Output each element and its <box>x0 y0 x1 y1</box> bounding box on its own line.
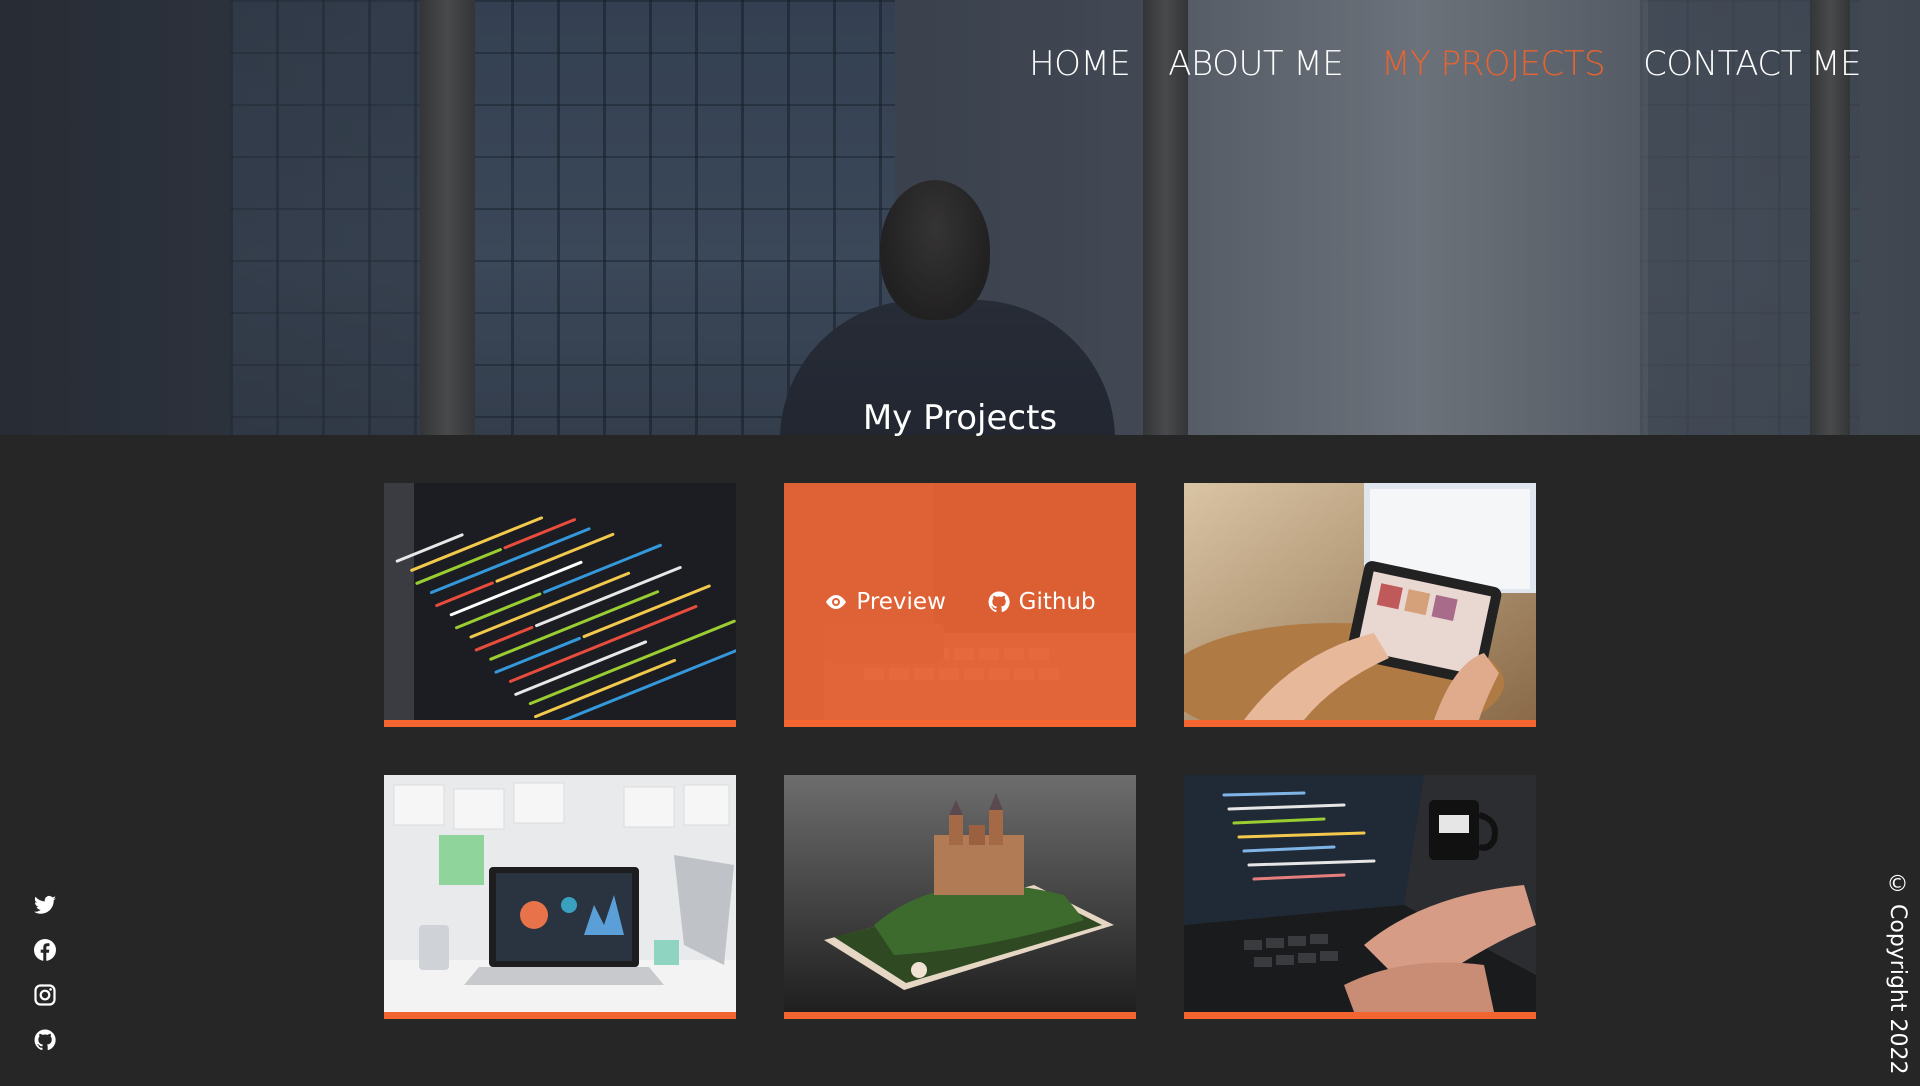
page-title: My Projects <box>862 398 1058 438</box>
project-card[interactable] <box>384 775 736 1019</box>
project-thumbnail-phone-castle <box>784 775 1136 1012</box>
social-links <box>33 893 57 1052</box>
github-label: Github <box>1018 588 1096 615</box>
preview-link[interactable]: Preview <box>824 589 946 615</box>
nav-contact-me[interactable]: CONTACT ME <box>1643 44 1861 84</box>
project-card[interactable] <box>1184 775 1536 1019</box>
portfolio-page: HOME ABOUT ME MY PROJECTS CONTACT ME My … <box>0 0 1920 1086</box>
project-card[interactable] <box>384 483 736 727</box>
eye-icon <box>826 594 847 609</box>
project-card[interactable]: Preview Github <box>784 483 1136 727</box>
nav-my-projects[interactable]: MY PROJECTS <box>1381 44 1605 84</box>
github-link[interactable]: Github <box>987 589 1096 615</box>
twitter-icon[interactable] <box>33 893 57 917</box>
copyright-text: © Copyright 2022 <box>1885 872 1910 1075</box>
nav-about-me[interactable]: ABOUT ME <box>1168 44 1343 84</box>
main-nav: HOME ABOUT ME MY PROJECTS CONTACT ME <box>1029 44 1861 84</box>
project-thumbnail-laptop-dashboard <box>384 775 736 1012</box>
project-thumbnail-tablet-shopping <box>1184 483 1536 720</box>
nav-home[interactable]: HOME <box>1029 44 1131 84</box>
project-card[interactable] <box>1184 483 1536 727</box>
preview-label: Preview <box>856 588 946 615</box>
project-card[interactable] <box>784 775 1136 1019</box>
project-thumbnail-laptop-coding <box>1184 775 1536 1012</box>
github-icon[interactable] <box>33 1028 57 1052</box>
projects-grid: Preview Github <box>384 483 1536 1019</box>
facebook-icon[interactable] <box>33 938 57 962</box>
instagram-icon[interactable] <box>33 983 57 1007</box>
github-icon <box>988 590 1010 612</box>
project-thumbnail-code-editor <box>384 483 736 720</box>
project-card-overlay: Preview Github <box>784 483 1136 720</box>
